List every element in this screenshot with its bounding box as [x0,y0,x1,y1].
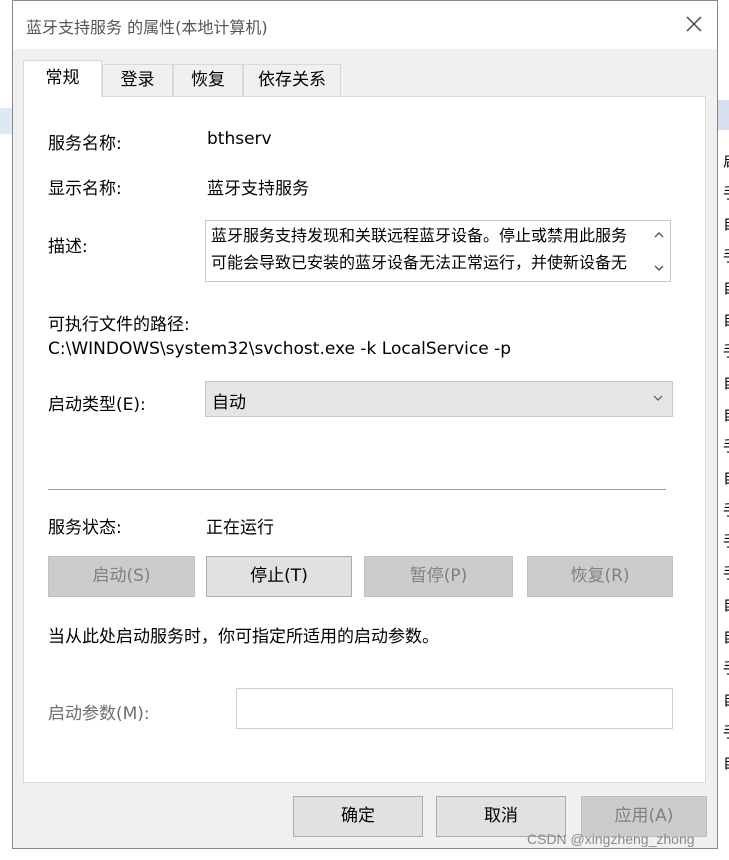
tab-general[interactable]: 常规 [23,60,102,97]
scroll-up-icon[interactable] [652,228,666,242]
description-label: 描述: [48,237,88,257]
background-cell: 自 [723,629,729,645]
close-button[interactable] [683,13,705,35]
background-window-right: 启手自手自自手自自手自手手手自自手自手自 [718,0,729,860]
background-cell: 自 [723,597,729,613]
start-params-hint: 当从此处启动服务时，你可指定所适用的启动参数。 [48,627,439,647]
startup-type-label: 启动类型(E): [48,395,146,415]
section-divider [48,489,666,490]
dialog-title: 蓝牙支持服务 的属性(本地计算机) [26,18,268,37]
display-name-label: 显示名称: [48,179,122,199]
background-cell: 自 [723,471,729,486]
background-cell: 启 [723,154,729,169]
description-text: 蓝牙服务支持发现和关联远程蓝牙设备。停止或禁用此服务可能会导致已安装的蓝牙设备无… [211,226,628,281]
background-cell: 自 [723,692,729,708]
background-cell: 手 [723,249,729,264]
background-cell: 自 [723,375,729,391]
background-cell: 手 [723,724,729,740]
tab-dependencies[interactable]: 依存关系 [243,64,341,96]
pause-button[interactable]: 暂停(P) [364,556,513,597]
service-status-value: 正在运行 [206,518,274,538]
general-tab-panel: 服务名称: bthserv 显示名称: 蓝牙支持服务 描述: 蓝牙服务支持发现和… [23,96,706,783]
background-header-band [718,100,729,130]
title-bar: 蓝牙支持服务 的属性(本地计算机) [13,1,717,49]
exe-path-value: C:\WINDOWS\system32\svchost.exe -k Local… [48,339,512,359]
background-cell: 自 [723,756,729,771]
start-params-label: 启动参数(M): [48,704,150,724]
background-cell: 手 [723,185,729,201]
tab-recovery[interactable]: 恢复 [173,64,243,96]
startup-type-value: 自动 [212,393,246,413]
background-cell: 手 [723,439,729,454]
background-cell: 手 [723,502,729,518]
background-window-left [0,0,12,860]
service-name-value: bthserv [207,129,272,149]
scroll-down-icon[interactable] [652,261,666,275]
background-cell: 自 [723,217,729,232]
service-status-label: 服务状态: [48,518,122,538]
startup-type-select[interactable]: 自动 [205,381,673,417]
background-cell: 手 [723,534,729,549]
tab-logon[interactable]: 登录 [102,64,173,96]
exe-path-label: 可执行文件的路径: [48,315,190,335]
background-cell: 手 [723,566,729,581]
display-name-value: 蓝牙支持服务 [207,179,309,199]
service-name-label: 服务名称: [48,134,122,154]
chevron-down-icon [653,395,663,401]
background-cell: 自 [723,312,729,328]
background-cell: 手 [723,661,729,676]
background-cell: 手 [723,344,729,359]
description-box[interactable]: 蓝牙服务支持发现和关联远程蓝牙设备。停止或禁用此服务可能会导致已安装的蓝牙设备无… [205,220,671,282]
background-cell: 自 [723,407,729,423]
start-button[interactable]: 启动(S) [48,556,195,597]
background-cell: 自 [723,280,729,296]
resume-button[interactable]: 恢复(R) [527,556,673,597]
background-selection-band [0,108,12,134]
ok-button[interactable]: 确定 [293,796,423,837]
description-scrollbar[interactable] [648,221,670,281]
close-icon [686,16,702,32]
stop-button[interactable]: 停止(T) [206,556,352,597]
service-properties-dialog: 蓝牙支持服务 的属性(本地计算机) 常规 登录 恢复 依存关系 服务名称: bt… [12,0,718,849]
watermark: CSDN @xingzheng_zhong [527,831,695,847]
start-params-input[interactable] [236,688,673,729]
